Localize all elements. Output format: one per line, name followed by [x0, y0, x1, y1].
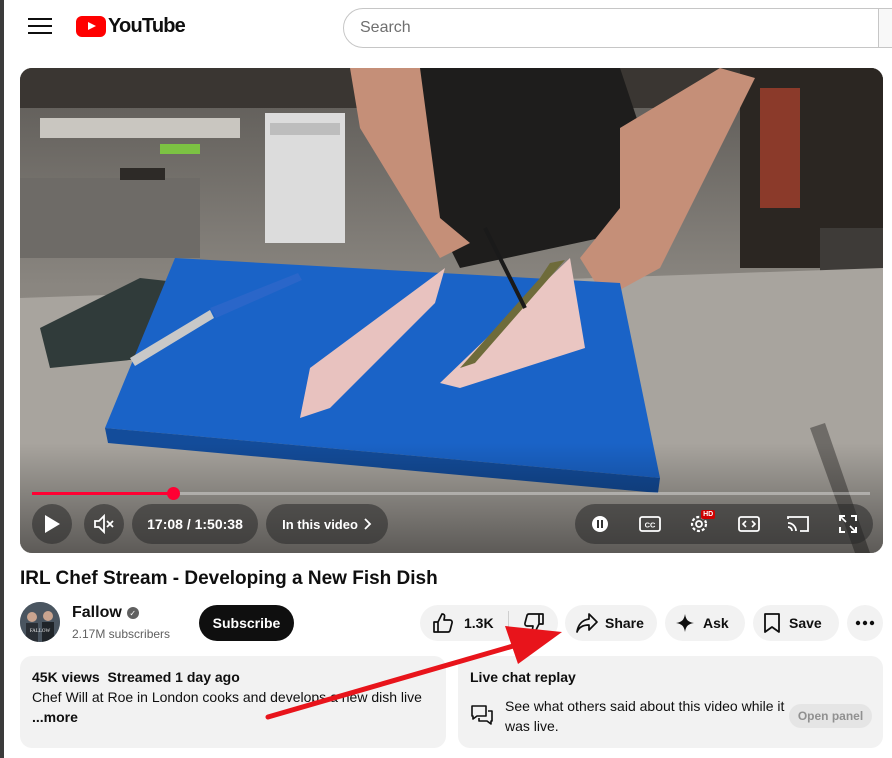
logo-text: YouTube — [108, 15, 186, 37]
svg-text:FALLOW: FALLOW — [30, 629, 51, 634]
avatar-image: FALLOW — [20, 602, 60, 642]
captions-button[interactable]: CC — [637, 511, 663, 537]
cast-button[interactable] — [785, 511, 811, 537]
progress-scrubber[interactable] — [166, 487, 180, 500]
subscriber-count: 2.17M subscribers — [72, 627, 171, 641]
live-chat-replay-card: Live chat replay See what others said ab… — [458, 656, 883, 748]
hamburger-menu-icon[interactable] — [28, 18, 52, 38]
live-chat-description: See what others said about this video wh… — [505, 698, 785, 734]
mute-icon — [94, 514, 114, 534]
more-horizontal-icon — [855, 620, 875, 626]
bookmark-icon — [764, 613, 780, 633]
thumbs-up-icon — [433, 613, 453, 633]
share-button[interactable]: Share — [565, 605, 657, 641]
sparkle-icon — [676, 614, 694, 632]
open-panel-button[interactable]: Open panel — [789, 704, 872, 728]
view-count-and-date: 45K views Streamed 1 day ago — [32, 669, 240, 685]
video-player[interactable]: 17:08 / 1:50:38 In this video CC HD — [20, 68, 883, 553]
youtube-play-logo-icon — [76, 16, 106, 37]
progress-played — [32, 492, 173, 495]
time-text: 17:08 / 1:50:38 — [147, 516, 243, 532]
ask-button[interactable]: Ask — [665, 605, 745, 641]
window-left-edge — [0, 0, 4, 758]
play-icon — [45, 515, 60, 533]
share-label: Share — [605, 615, 644, 631]
search-button[interactable] — [878, 8, 892, 48]
time-display: 17:08 / 1:50:38 — [132, 504, 258, 544]
subscribe-button[interactable]: Subscribe — [199, 605, 294, 641]
thumbs-down-icon — [523, 613, 544, 633]
fullscreen-button[interactable] — [835, 511, 861, 537]
channel-name-text: Fallow — [72, 604, 122, 621]
theater-mode-button[interactable] — [736, 511, 762, 537]
like-count: 1.3K — [464, 615, 494, 631]
captions-icon: CC — [638, 516, 661, 532]
svg-text:CC: CC — [644, 521, 655, 530]
verified-check-icon: ✓ — [126, 607, 139, 619]
description-more-link[interactable]: ...more — [32, 709, 78, 725]
search-input[interactable] — [343, 8, 883, 48]
pause-button[interactable] — [587, 511, 613, 537]
fullscreen-icon — [838, 515, 857, 533]
cast-icon — [787, 516, 810, 532]
description-text: Chef Will at Roe in London cooks and dev… — [32, 689, 422, 705]
chat-bubbles-icon — [471, 705, 493, 725]
settings-button[interactable]: HD — [686, 510, 716, 537]
progress-bar[interactable] — [32, 487, 870, 500]
live-chat-title: Live chat replay — [470, 669, 576, 685]
youtube-logo[interactable]: YouTube — [76, 15, 186, 38]
save-label: Save — [789, 615, 822, 631]
video-title: IRL Chef Stream - Developing a New Fish … — [20, 568, 438, 589]
save-button[interactable]: Save — [753, 605, 839, 641]
channel-avatar[interactable]: FALLOW — [20, 602, 60, 642]
channel-name[interactable]: Fallow ✓ — [72, 604, 139, 622]
description-box[interactable]: 45K views Streamed 1 day ago Chef Will a… — [20, 656, 446, 748]
play-button[interactable] — [32, 504, 72, 544]
mute-button[interactable] — [84, 504, 124, 544]
like-dislike-group: 1.3K — [420, 605, 558, 641]
player-right-controls: CC HD — [575, 504, 873, 544]
dislike-button[interactable] — [509, 605, 558, 641]
ask-label: Ask — [703, 615, 729, 631]
more-actions-button[interactable] — [847, 605, 883, 641]
hd-badge: HD — [701, 510, 716, 519]
share-icon — [576, 613, 598, 633]
theater-icon — [737, 516, 760, 532]
chapters-label: In this video — [282, 516, 358, 532]
chevron-right-icon — [364, 518, 372, 530]
pause-icon — [592, 516, 608, 532]
like-button[interactable]: 1.3K — [420, 605, 508, 641]
chapters-button[interactable]: In this video — [266, 504, 388, 544]
